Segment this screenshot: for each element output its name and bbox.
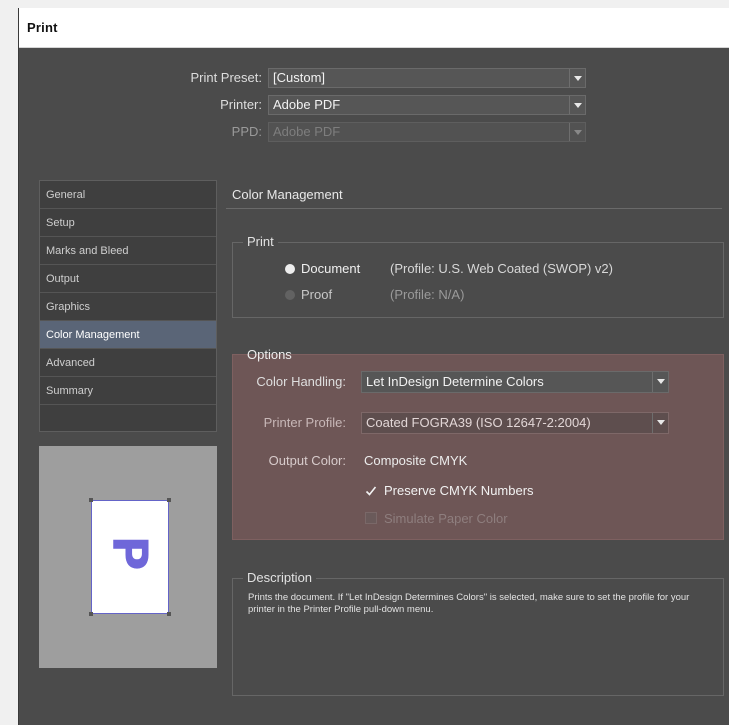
print-dialog: Print Print Preset: [Custom] Printer: Ad… [18, 8, 729, 725]
printer-profile-value: Coated FOGRA39 (ISO 12647-2:2004) [366, 415, 591, 430]
options-group-title: Options [247, 347, 292, 362]
chevron-down-icon [652, 372, 668, 392]
document-radio-label: Document [301, 261, 361, 276]
simulate-paper-checkbox [365, 512, 377, 524]
ppd-label: PPD: [231, 124, 262, 139]
title-bar: Print [19, 8, 729, 48]
preserve-cmyk-checkbox[interactable] [365, 484, 377, 496]
document-radio[interactable] [285, 264, 295, 274]
proof-radio-label: Proof [301, 287, 333, 302]
sidebar-item-summary[interactable]: Summary [40, 377, 216, 405]
page-glyph: P [101, 535, 158, 571]
sidebar-item-output[interactable]: Output [40, 265, 216, 293]
print-group-title: Print [243, 234, 278, 249]
printer-dropdown[interactable]: Adobe PDF [268, 95, 586, 115]
printer-label: Printer: [220, 97, 262, 112]
proof-profile-text: (Profile: N/A) [390, 287, 465, 302]
output-color-label: Output Color: [268, 453, 346, 468]
printer-profile-label: Printer Profile: [263, 415, 346, 430]
corner-handle [167, 612, 171, 616]
checkmark-icon [365, 486, 377, 496]
ppd-dropdown: Adobe PDF [268, 122, 586, 142]
preview-page: P [91, 500, 169, 614]
print-preset-label: Print Preset: [190, 70, 262, 85]
color-handling-dropdown[interactable]: Let InDesign Determine Colors [361, 371, 669, 393]
document-profile-text: (Profile: U.S. Web Coated (SWOP) v2) [390, 261, 613, 276]
sidebar-item-setup[interactable]: Setup [40, 209, 216, 237]
chevron-down-icon [569, 123, 585, 141]
corner-handle [167, 498, 171, 502]
category-list: General Setup Marks and Bleed Output Gra… [39, 180, 217, 432]
print-group [232, 242, 724, 318]
sidebar-item-marks-and-bleed[interactable]: Marks and Bleed [40, 237, 216, 265]
print-preset-value: [Custom] [273, 70, 326, 85]
chevron-down-icon [569, 96, 585, 114]
corner-handle [89, 498, 93, 502]
color-handling-label: Color Handling: [256, 374, 346, 389]
corner-handle [89, 612, 93, 616]
chevron-down-icon [569, 69, 585, 87]
description-text: Prints the document. If "Let InDesign De… [248, 592, 690, 615]
preserve-cmyk-label: Preserve CMYK Numbers [384, 483, 534, 498]
sidebar-item-graphics[interactable]: Graphics [40, 293, 216, 321]
sidebar-item-color-management[interactable]: Color Management [40, 321, 216, 349]
proof-radio[interactable] [285, 290, 295, 300]
section-title: Color Management [232, 187, 343, 202]
section-divider [226, 208, 722, 209]
chevron-down-icon [652, 413, 668, 433]
page-preview[interactable]: P [39, 446, 217, 668]
ppd-value: Adobe PDF [273, 124, 341, 139]
simulate-paper-label: Simulate Paper Color [384, 511, 508, 526]
print-preset-dropdown[interactable]: [Custom] [268, 68, 586, 88]
printer-value: Adobe PDF [273, 97, 341, 112]
sidebar-item-advanced[interactable]: Advanced [40, 349, 216, 377]
output-color-value: Composite CMYK [364, 453, 468, 468]
window-title: Print [27, 20, 58, 35]
sidebar-item-general[interactable]: General [40, 181, 216, 209]
color-handling-value: Let InDesign Determine Colors [366, 374, 544, 389]
printer-profile-dropdown[interactable]: Coated FOGRA39 (ISO 12647-2:2004) [361, 412, 669, 434]
description-group-title: Description [243, 570, 317, 585]
